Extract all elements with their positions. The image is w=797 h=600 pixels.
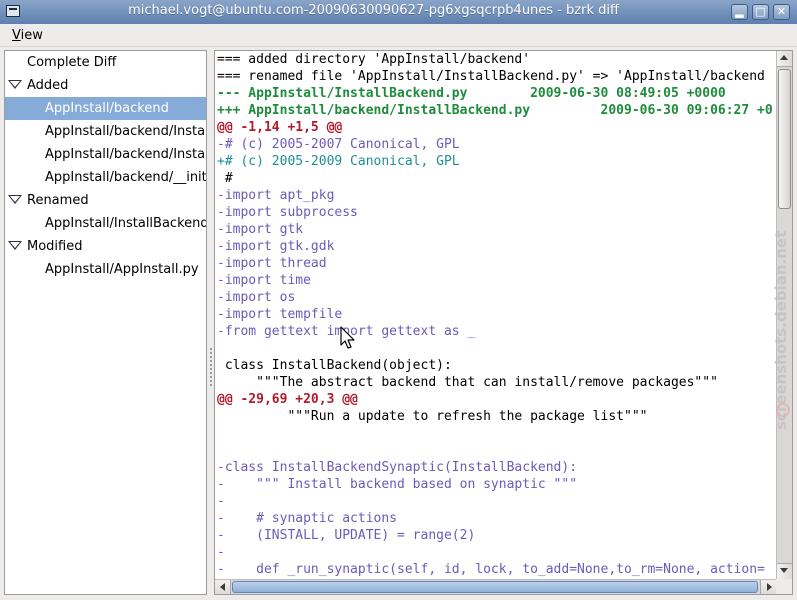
diff-line: """The abstract backend that can install… <box>217 375 718 390</box>
arrow-right-icon <box>767 583 772 591</box>
diff-line <box>217 425 775 442</box>
tree-item[interactable]: Modified <box>5 235 206 258</box>
expander-down-icon[interactable] <box>8 80 22 89</box>
tree-item-label: AppInstall/backend/InstallBackend.py <box>45 124 206 139</box>
diff-line: - <box>217 494 225 509</box>
maximize-icon: □ <box>755 5 766 18</box>
tree-item[interactable]: AppInstall/backend/InstallBackend.py <box>5 120 206 143</box>
diff-line: +++ AppInstall/backend/InstallBackend.py… <box>217 103 773 118</box>
diff-line: @@ -1,14 +1,5 @@ <box>217 120 343 135</box>
window-menu-icon[interactable] <box>6 5 20 17</box>
diff-line: --- AppInstall/InstallBackend.py 2009-06… <box>217 86 726 101</box>
diff-line: -import thread <box>217 256 327 271</box>
mouse-pointer-icon <box>340 326 355 349</box>
diff-line: - def _run_synaptic(self, id, lock, to_a… <box>217 562 765 577</box>
menu-view[interactable]: View <box>12 28 43 43</box>
scroll-left-button[interactable] <box>215 580 231 594</box>
tree-item[interactable]: AppInstall/AppInstall.py <box>5 258 206 281</box>
diff-line: -import apt_pkg <box>217 188 335 203</box>
diff-view: === added directory 'AppInstall/backend'… <box>214 50 793 595</box>
tree-item[interactable]: AppInstall/InstallBackend.py <box>5 212 206 235</box>
horizontal-scrollbar[interactable] <box>215 579 776 594</box>
diff-line: === renamed file 'AppInstall/InstallBack… <box>217 69 765 84</box>
scroll-down-button[interactable] <box>777 563 792 579</box>
arrow-down-icon <box>780 568 788 573</box>
diff-line: -import time <box>217 273 311 288</box>
scroll-up-button[interactable] <box>777 51 792 67</box>
diff-text-area[interactable]: === added directory 'AppInstall/backend'… <box>217 51 775 579</box>
maximize-button[interactable]: □ <box>752 4 769 20</box>
diff-line: - (INSTALL, UPDATE) = range(2) <box>217 528 476 543</box>
tree-item[interactable]: Complete Diff <box>5 51 206 74</box>
tree-item-label: AppInstall/backend/__init__.py <box>45 170 206 185</box>
arrow-left-icon <box>220 583 225 591</box>
tree-item-label: Added <box>27 78 69 93</box>
tree-item[interactable]: Added <box>5 74 206 97</box>
diff-line <box>217 340 775 357</box>
tree-item-label: AppInstall/backend <box>45 101 169 116</box>
diff-line: === added directory 'AppInstall/backend' <box>217 52 531 67</box>
diff-line: # <box>217 171 233 186</box>
horizontal-scroll-thumb[interactable] <box>232 581 758 593</box>
tree-item-label: AppInstall/InstallBackend.py <box>45 216 206 231</box>
diff-line <box>217 442 775 459</box>
diff-line: -from gettext import gettext as _ <box>217 324 476 339</box>
diff-line: -import os <box>217 290 296 305</box>
tree-item[interactable]: AppInstall/backend/__init__.py <box>5 166 206 189</box>
close-icon: ✕ <box>776 5 787 18</box>
menu-bar: View <box>0 24 797 47</box>
tree-item-label: Modified <box>27 239 83 254</box>
diff-line: -import tempfile <box>217 307 343 322</box>
watermark-logo-icon <box>776 403 790 417</box>
splitter-grip <box>210 348 212 388</box>
diff-line: -# (c) 2005-2007 Canonical, GPL <box>217 137 460 152</box>
arrow-up-icon <box>780 55 788 60</box>
minimize-icon: ▂ <box>735 5 744 18</box>
diff-line: +# (c) 2005-2009 Canonical, GPL <box>217 154 460 169</box>
diff-line: class InstallBackend(object): <box>217 358 452 373</box>
tree-item-label: Renamed <box>27 193 89 208</box>
expander-down-icon[interactable] <box>8 241 22 250</box>
watermark: screenshots.debian.net <box>772 230 790 430</box>
menu-view-mnemonic: V <box>12 28 21 43</box>
diff-line: @@ -29,69 +20,3 @@ <box>217 392 358 407</box>
tree-item-label: AppInstall/backend/InstallBackendSynapti… <box>45 147 206 162</box>
tree-item-label: AppInstall/AppInstall.py <box>45 262 199 277</box>
title-bar[interactable]: michael.vogt@ubuntu.com-20090630090627-p… <box>0 0 797 24</box>
diff-line: - """ Install backend based on synaptic … <box>217 477 578 492</box>
tree-item-label: Complete Diff <box>27 55 117 70</box>
window-title: michael.vogt@ubuntu.com-20090630090627-p… <box>128 3 619 18</box>
diff-line: """Run a update to refresh the package l… <box>217 409 648 424</box>
diff-line: -import subprocess <box>217 205 358 220</box>
scrollbar-corner <box>776 579 792 594</box>
tree-item[interactable]: AppInstall/backend/InstallBackendSynapti… <box>5 143 206 166</box>
diff-line: -import gtk.gdk <box>217 239 335 254</box>
tree-item[interactable]: Renamed <box>5 189 206 212</box>
diff-line: - # synaptic actions <box>217 511 398 526</box>
minimize-button[interactable]: ▂ <box>731 4 748 20</box>
diff-line: - <box>217 545 225 560</box>
tree-item[interactable]: AppInstall/backend <box>5 97 206 120</box>
diff-line: -import gtk <box>217 222 304 237</box>
diff-line: -class InstallBackendSynaptic(InstallBac… <box>217 460 578 475</box>
scroll-right-button[interactable] <box>760 580 776 594</box>
expander-down-icon[interactable] <box>8 195 22 204</box>
menu-view-label: iew <box>20 28 43 43</box>
file-tree[interactable]: Complete Diff Added AppInstall/backend AppI… <box>4 50 207 595</box>
close-button[interactable]: ✕ <box>773 4 790 20</box>
